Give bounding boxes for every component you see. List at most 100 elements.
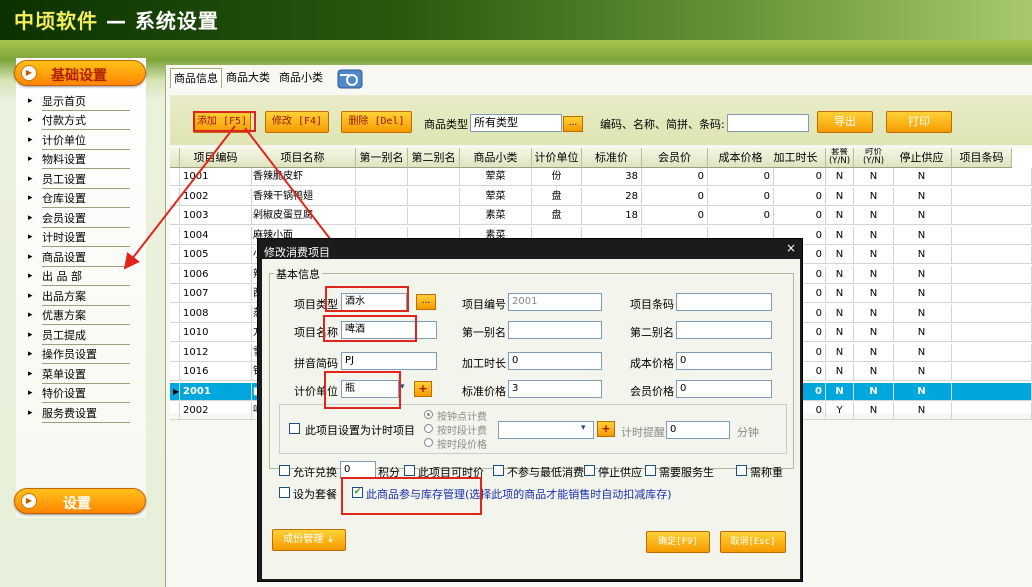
table-cell: N [826, 207, 854, 225]
sidebar-item-6[interactable]: 仓库设置 [28, 190, 130, 208]
highlight-name-field [323, 315, 417, 342]
timer-rule-select[interactable] [498, 421, 594, 439]
type-select[interactable]: 所有类型 [470, 114, 562, 132]
no-min-checkbox[interactable] [493, 465, 504, 476]
table-row[interactable]: 1002 香辣干锅鸭翅 荤菜盘 28 0 0 0 N N N [170, 187, 1032, 206]
sidebar-header-basic-settings[interactable]: ▶ 基础设置 [14, 60, 146, 86]
sidebar-item-5[interactable]: 员工设置 [28, 171, 130, 189]
table-cell: N [826, 246, 854, 264]
chevron-down-icon[interactable]: ▾ [581, 423, 586, 433]
column-header[interactable]: 标准价 [582, 148, 642, 168]
need-server-checkbox[interactable] [645, 465, 656, 476]
tab-product-subcategory[interactable]: 商品小类 [276, 68, 326, 88]
row-marker [170, 246, 180, 264]
search-input[interactable] [727, 114, 809, 132]
table-cell: N [854, 226, 894, 245]
refresh-icon[interactable] [337, 69, 363, 89]
cost-field[interactable]: 0 [676, 352, 772, 370]
radio-period[interactable] [424, 424, 433, 433]
stop-supply-checkbox[interactable] [584, 465, 595, 476]
remind-field[interactable]: 0 [666, 421, 730, 439]
column-header[interactable]: 项目名称 [250, 148, 356, 168]
table-cell: Y [826, 402, 854, 420]
barcode-field[interactable] [676, 293, 772, 311]
sidebar-item-4[interactable]: 物料设置 [28, 151, 130, 169]
delete-button[interactable]: 删除 [Del] [341, 111, 412, 133]
sidebar-item-7[interactable]: 会员设置 [28, 210, 130, 228]
combo-checkbox[interactable] [279, 487, 290, 498]
cancel-button[interactable]: 取消[Esc] [720, 531, 786, 553]
sidebar-header-settings[interactable]: ▶ 设置 [14, 488, 146, 514]
sidebar-item-11[interactable]: 出品方案 [28, 288, 130, 306]
table-row[interactable]: 1001 香辣脆皮虾 荤菜份 38 0 0 0 N N N [170, 168, 1032, 186]
export-button[interactable]: 导出 [817, 111, 873, 133]
column-header[interactable]: 套餐 (Y/N) [826, 148, 854, 168]
sidebar-item-13[interactable]: 员工提成 [28, 327, 130, 345]
table-cell: N [826, 285, 854, 303]
row-marker [170, 304, 180, 323]
sidebar-item-10[interactable]: 出 品 部 [28, 268, 130, 286]
alias2-field[interactable] [676, 321, 772, 339]
table-row[interactable]: 1003 剁椒皮蛋豆腐 素菜盘 18 0 0 0 N N N [170, 207, 1032, 225]
sidebar-item-15[interactable]: 菜单设置 [28, 366, 130, 384]
column-header[interactable]: 停止供应 [892, 148, 952, 168]
weigh-label: 需称重 [750, 466, 783, 479]
sidebar-item-1[interactable]: 显示首页 [28, 93, 130, 111]
proc-time-field[interactable]: 0 [508, 352, 602, 370]
timer-checkbox[interactable] [289, 423, 300, 434]
sidebar-item-3[interactable]: 计价单位 [28, 132, 130, 150]
table-cell: 1004 [180, 226, 252, 245]
highlight-unit-field [324, 371, 401, 409]
alias1-field[interactable] [508, 321, 602, 339]
column-header[interactable]: 第二别名 [408, 148, 460, 168]
add-unit-icon[interactable]: + [414, 381, 432, 397]
table-cell: 28 [582, 187, 642, 206]
column-header[interactable]: 第一别名 [356, 148, 408, 168]
radio-period-price-label: 按时段价格 [437, 440, 487, 451]
sidebar-item-14[interactable]: 操作员设置 [28, 346, 130, 364]
table-cell [952, 207, 1032, 225]
pinyin-field[interactable]: PJ [341, 352, 437, 370]
sidebar-item-2[interactable]: 付款方式 [28, 112, 130, 130]
weigh-checkbox[interactable] [736, 465, 747, 476]
tab-product-category[interactable]: 商品大类 [223, 68, 273, 88]
exchange-checkbox[interactable] [279, 465, 290, 476]
std-price-field[interactable]: 3 [508, 380, 602, 398]
timeprice-checkbox[interactable] [404, 465, 415, 476]
type-browse-button[interactable]: ... [416, 294, 436, 310]
ok-button[interactable]: 确定[F9] [646, 531, 710, 553]
table-cell: N [892, 207, 952, 225]
close-icon[interactable]: × [786, 241, 796, 255]
table-cell [952, 246, 1032, 264]
type-browse-button[interactable]: ... [563, 116, 583, 132]
recipe-button[interactable]: 成份管理 ↓ [272, 529, 346, 551]
column-header[interactable]: 计价单位 [532, 148, 582, 168]
column-header[interactable]: 项目编码 [180, 148, 252, 168]
member-price-field[interactable]: 0 [676, 380, 772, 398]
cost-label: 成本价格 [630, 357, 674, 370]
sidebar-item-16[interactable]: 特价设置 [28, 385, 130, 403]
alias1-label: 第一别名 [462, 326, 506, 339]
table-cell: 剁椒皮蛋豆腐 [250, 207, 356, 225]
column-header[interactable]: 项目条码 [952, 148, 1012, 168]
column-header[interactable]: 成本价格 [708, 148, 774, 168]
column-header[interactable]: 会员价 [642, 148, 708, 168]
print-button[interactable]: 打印 [886, 111, 952, 133]
column-header[interactable]: 加工时长 [766, 148, 826, 168]
code-field[interactable]: 2001 [508, 293, 602, 311]
table-cell: N [826, 265, 854, 284]
column-header[interactable]: 商品小类 [460, 148, 532, 168]
sidebar-item-8[interactable]: 计时设置 [28, 229, 130, 247]
table-cell: N [826, 226, 854, 245]
add-timer-rule-icon[interactable]: + [597, 421, 615, 437]
tab-product-info[interactable]: 商品信息 [170, 68, 222, 88]
sidebar-item-17[interactable]: 服务费设置 [28, 405, 130, 423]
sidebar-item-9[interactable]: 商品设置 [28, 249, 130, 267]
radio-hourly[interactable] [424, 410, 433, 419]
table-cell: N [854, 246, 894, 264]
radio-period-price[interactable] [424, 438, 433, 447]
edit-button[interactable]: 修改 [F4] [265, 111, 329, 133]
column-header[interactable]: 时价 (Y/N) [854, 148, 894, 168]
sidebar-item-12[interactable]: 优惠方案 [28, 307, 130, 325]
table-cell: 1010 [180, 324, 252, 342]
